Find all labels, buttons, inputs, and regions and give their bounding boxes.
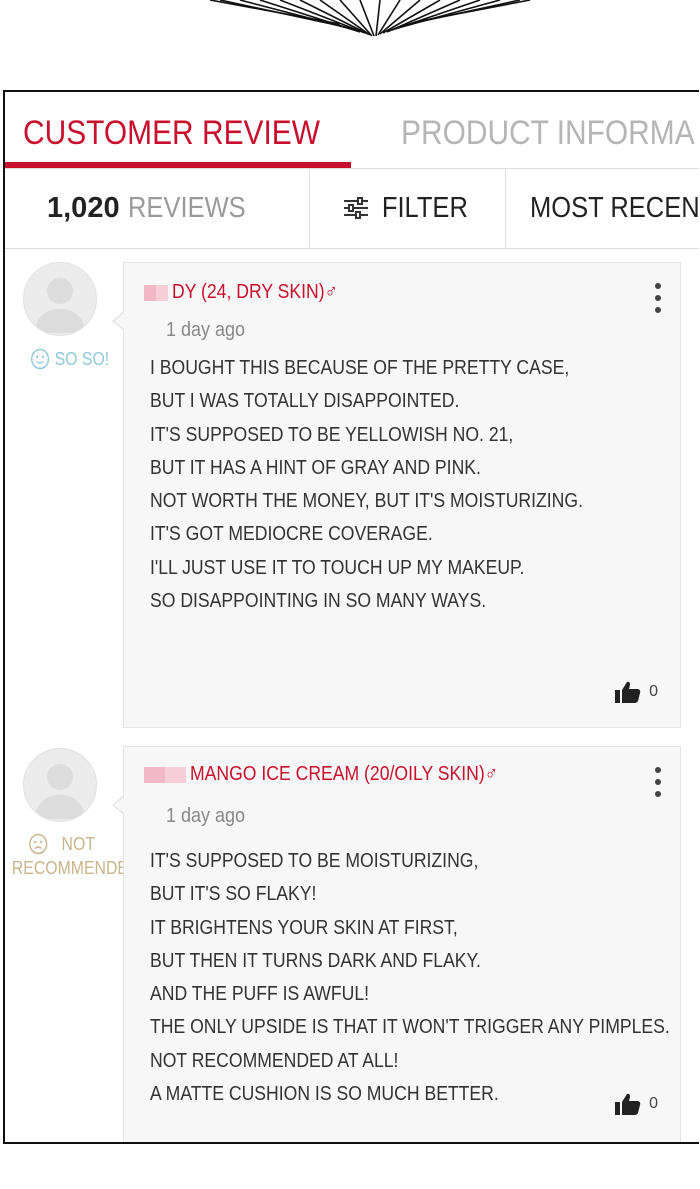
- filter-icon: [343, 197, 368, 219]
- review-item: SO SO! DY (24, DRY SKIN)♂ 1 day ago I BO…: [5, 248, 699, 728]
- sort-dropdown[interactable]: MOST RECENT: [506, 168, 699, 248]
- review-text: I BOUGHT THIS BECAUSE OF THE PRETTY CASE…: [150, 352, 642, 618]
- rating-badge: NOT RECOMMENDED!: [11, 832, 144, 880]
- neutral-face-icon: [31, 348, 50, 370]
- review-item: NOT RECOMMENDED! MANGO ICE CREAM (20/OIL…: [5, 732, 699, 1142]
- review-line: A MATTE CUSHION IS SO MUCH BETTER.: [150, 1083, 499, 1106]
- pixelated-name-mask: [144, 284, 168, 301]
- review-line: BUT THEN IT TURNS DARK AND FLAKY.: [150, 949, 481, 972]
- like-button[interactable]: 0: [615, 681, 658, 703]
- review-timestamp: 1 day ago: [166, 319, 246, 341]
- review-text: IT'S SUPPOSED TO BE MOISTURIZING, BUT IT…: [150, 845, 699, 1111]
- rating-label: RECOMMENDED!: [11, 858, 144, 878]
- reviewer-name[interactable]: DY (24, DRY SKIN)♂: [172, 281, 338, 304]
- review-bubble: DY (24, DRY SKIN)♂ 1 day ago I BOUGHT TH…: [112, 262, 681, 728]
- review-line: NOT RECOMMENDED AT ALL!: [150, 1049, 399, 1072]
- review-line: NOT WORTH THE MONEY, BUT IT'S MOISTURIZI…: [150, 490, 583, 513]
- review-line: AND THE PUFF IS AWFUL!: [150, 983, 370, 1006]
- review-line: IT'S SUPPOSED TO BE YELLOWISH NO. 21,: [150, 423, 514, 446]
- review-line: I BOUGHT THIS BECAUSE OF THE PRETTY CASE…: [150, 357, 570, 379]
- like-button[interactable]: 0: [615, 1093, 658, 1115]
- more-options-icon[interactable]: [654, 767, 662, 801]
- review-line: BUT IT HAS A HINT OF GRAY AND PINK.: [150, 456, 481, 479]
- reviewer-name-row: DY (24, DRY SKIN)♂: [144, 281, 360, 304]
- reviewer-name[interactable]: MANGO ICE CREAM (20/OILY SKIN)♂: [190, 763, 498, 786]
- tab-bar: CUSTOMER REVIEW PRODUCT INFORMA: [5, 92, 699, 169]
- sad-face-icon: [29, 833, 48, 855]
- rating-badge: SO SO!: [30, 348, 109, 370]
- review-line: IT BRIGHTENS YOUR SKIN AT FIRST,: [150, 916, 458, 939]
- review-bubble: MANGO ICE CREAM (20/OILY SKIN)♂ 1 day ag…: [112, 746, 681, 1142]
- like-count: 0: [649, 683, 658, 700]
- reviewer-name-row: MANGO ICE CREAM (20/OILY SKIN)♂: [144, 763, 540, 786]
- review-line: BUT I WAS TOTALLY DISAPPOINTED.: [150, 390, 460, 413]
- tab-product-information[interactable]: PRODUCT INFORMA: [401, 114, 695, 153]
- thumbs-up-icon: [615, 1093, 641, 1115]
- more-options-icon[interactable]: [654, 283, 662, 317]
- review-count-number: 1,020: [47, 191, 120, 224]
- review-timestamp: 1 day ago: [166, 805, 246, 827]
- like-count: 0: [649, 1095, 658, 1112]
- avatar[interactable]: [23, 748, 97, 822]
- rating-label: NOT: [61, 834, 95, 854]
- user-silhouette-icon: [34, 278, 86, 333]
- thumbs-up-icon: [615, 681, 641, 703]
- comic-burst-decoration: [209, 0, 531, 37]
- pixelated-name-mask: [144, 766, 186, 783]
- review-panel: CUSTOMER REVIEW PRODUCT INFORMA 1,020 RE…: [3, 90, 699, 1144]
- review-line: SO DISAPPOINTING IN SO MANY WAYS.: [150, 590, 487, 613]
- review-line: IT'S SUPPOSED TO BE MOISTURIZING,: [150, 850, 479, 872]
- rating-label: SO SO!: [54, 349, 110, 369]
- review-line: THE ONLY UPSIDE IS THAT IT WON'T TRIGGER…: [150, 1016, 670, 1039]
- user-silhouette-icon: [34, 764, 86, 819]
- review-line: I'LL JUST USE IT TO TOUCH UP MY MAKEUP.: [150, 556, 525, 579]
- review-line: IT'S GOT MEDIOCRE COVERAGE.: [150, 523, 433, 546]
- filter-label: FILTER: [381, 191, 468, 224]
- tab-customer-review[interactable]: CUSTOMER REVIEW: [23, 114, 320, 153]
- filter-button[interactable]: FILTER: [310, 168, 506, 248]
- sort-label: MOST RECENT: [530, 191, 699, 224]
- review-line: BUT IT'S SO FLAKY!: [150, 883, 317, 906]
- review-count: 1,020 REVIEWS: [5, 168, 310, 248]
- avatar[interactable]: [23, 262, 97, 336]
- review-count-label: REVIEWS: [127, 191, 246, 224]
- review-toolbar: 1,020 REVIEWS FILTER MOST RECENT: [5, 168, 699, 249]
